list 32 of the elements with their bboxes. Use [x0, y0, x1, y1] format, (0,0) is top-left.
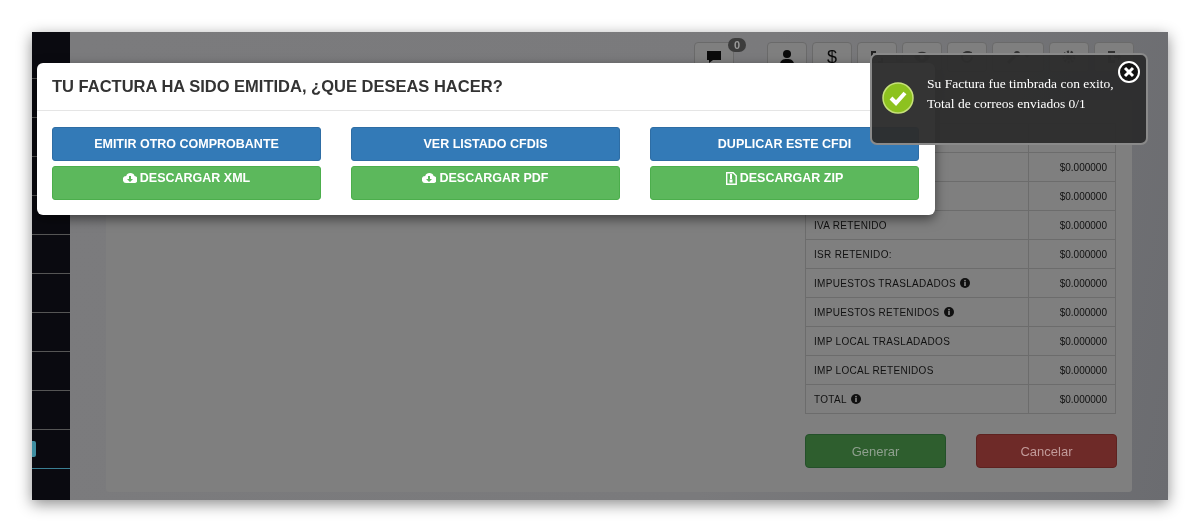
- cancel-button[interactable]: Cancelar: [976, 434, 1117, 468]
- notification-message: Su Factura fue timbrada con exito, Total de correos enviados 0/1: [927, 75, 1114, 113]
- table-cell: IMPUESTOS TRASLADADOS: [805, 268, 1029, 298]
- table-cell: $0.000000: [1028, 181, 1116, 211]
- table-cell: $0.000000: [1028, 239, 1116, 269]
- table-cell: $0.000000: [1028, 210, 1116, 240]
- download-button[interactable]: DESCARGAR XML: [52, 166, 321, 200]
- table-cell: TOTAL: [805, 384, 1029, 414]
- table-cell: $0.000000: [1028, 152, 1116, 182]
- download-button[interactable]: DESCARGAR ZIP: [650, 166, 919, 200]
- action-button[interactable]: DUPLICAR ESTE CFDI: [650, 127, 919, 161]
- close-icon[interactable]: [1118, 61, 1140, 83]
- download-button[interactable]: DESCARGAR PDF: [351, 166, 620, 200]
- success-check-icon: [882, 82, 914, 114]
- modal-title: TU FACTURA HA SIDO EMITIDA, ¿QUE DESEAS HACER?: [52, 77, 503, 96]
- action-button[interactable]: EMITIR OTRO COMPROBANTE: [52, 127, 321, 161]
- chat-icon: [706, 50, 722, 64]
- table-cell: IMP LOCAL RETENIDOS: [805, 355, 1029, 385]
- generate-button[interactable]: Generar: [805, 434, 946, 468]
- table-cell: IMPUESTOS RETENIDOS: [805, 297, 1029, 327]
- table-cell: $0.000000: [1028, 355, 1116, 385]
- table-cell: ISR RETENIDO:: [805, 239, 1029, 269]
- table-cell: $0.000000: [1028, 326, 1116, 356]
- cloud-download-icon: [422, 172, 437, 183]
- table-cell: $0.000000: [1028, 384, 1116, 414]
- action-button[interactable]: VER LISTADO CFDIS: [351, 127, 620, 161]
- table-cell: $0.000000: [1028, 268, 1116, 298]
- table-cell: IMP LOCAL TRASLADADOS: [805, 326, 1029, 356]
- table-cell: $0.000000: [1028, 297, 1116, 327]
- zip-file-icon: [725, 172, 737, 185]
- cloud-download-icon: [122, 172, 137, 183]
- message-count-badge: 0: [727, 38, 746, 52]
